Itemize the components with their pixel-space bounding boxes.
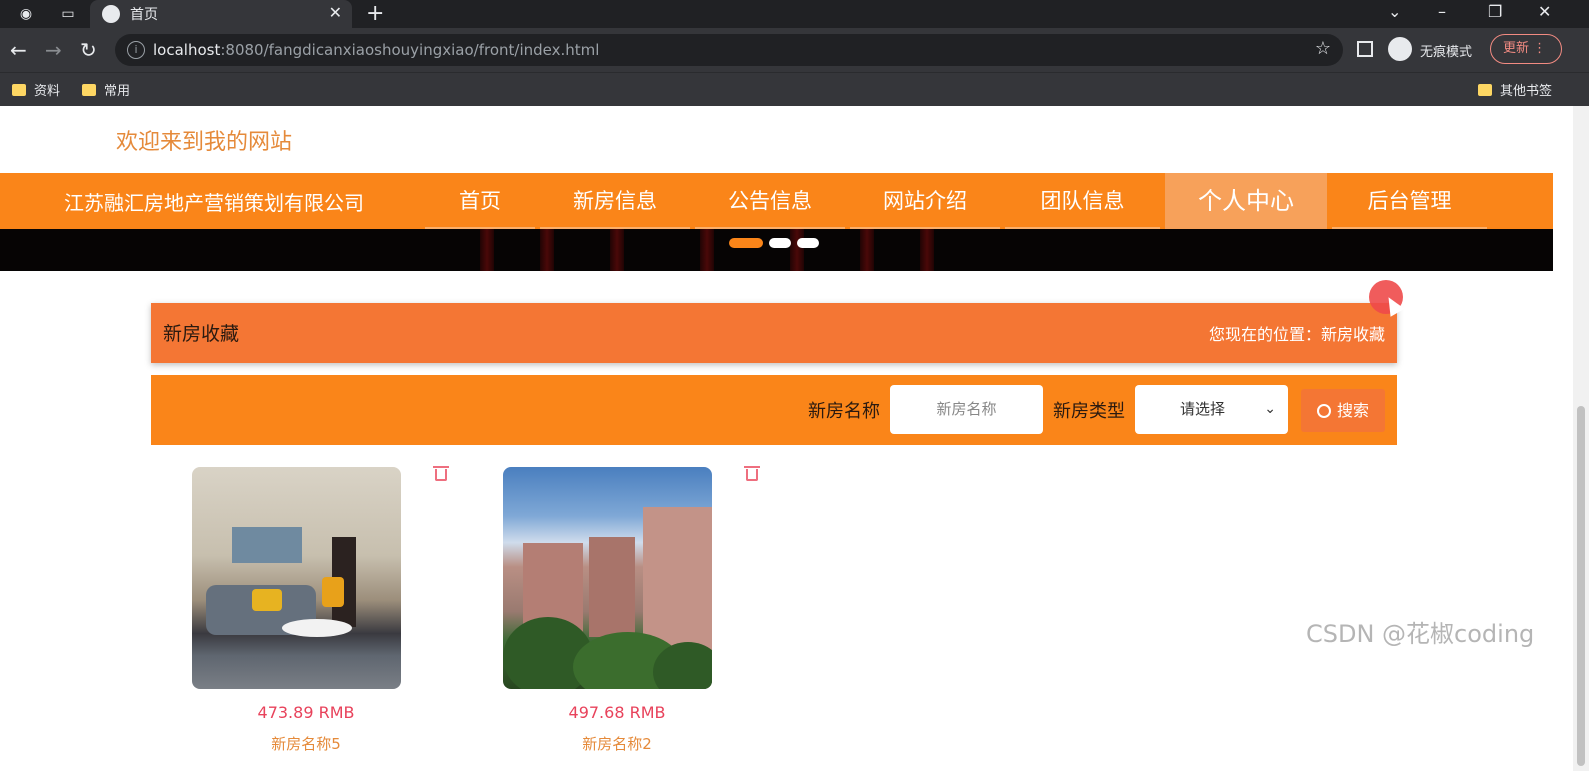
type-label: 新房类型 — [1053, 401, 1125, 422]
search-icon — [1316, 404, 1331, 418]
carousel-dot-1[interactable] — [729, 238, 763, 248]
back-button[interactable]: ← — [10, 38, 27, 62]
trash-icon[interactable] — [744, 464, 760, 482]
browser-toolbar: ← → ↻ i localhost:8080/fangdicanxiaoshou… — [0, 28, 1589, 72]
reload-button[interactable]: ↻ — [80, 38, 97, 62]
window-close-button[interactable]: ✕ — [1538, 2, 1551, 21]
name-search-input[interactable]: 新房名称 — [890, 385, 1043, 434]
star-icon[interactable]: ☆ — [1315, 38, 1331, 59]
carousel-dot-3[interactable] — [797, 238, 819, 248]
house-price: 497.68 RMB — [568, 703, 666, 722]
page-viewport: 欢迎来到我的网站 江苏融汇房地产营销策划有限公司 首页 新房信息 公告信息 网站… — [0, 106, 1589, 771]
search-bar: 新房名称 新房名称 新房类型 请选择 ⌄ 搜索 — [151, 375, 1397, 445]
folder-icon — [1478, 84, 1492, 96]
update-button[interactable]: 更新 ⋮ — [1490, 34, 1562, 64]
main-nav: 江苏融汇房地产营销策划有限公司 首页 新房信息 公告信息 网站介绍 团队信息 个… — [0, 173, 1553, 229]
house-price: 473.89 RMB — [257, 703, 355, 722]
url-text[interactable]: localhost:8080/fangdicanxiaoshouyingxiao… — [153, 41, 599, 59]
section-header: 新房收藏 您现在的位置：新房收藏 — [151, 303, 1397, 363]
trash-icon[interactable] — [433, 464, 449, 482]
house-name[interactable]: 新房名称5 — [192, 733, 420, 754]
bookmarks-bar: 资料 常用 其他书签 — [0, 72, 1589, 106]
nav-profile[interactable]: 个人中心 — [1165, 173, 1327, 229]
house-name[interactable]: 新房名称2 — [503, 733, 731, 754]
house-image[interactable] — [192, 467, 401, 689]
name-label: 新房名称 — [808, 401, 880, 422]
close-icon[interactable]: ✕ — [329, 3, 342, 22]
chevron-down-icon: ⌄ — [1264, 401, 1276, 417]
house-image[interactable] — [503, 467, 712, 689]
type-select[interactable]: 请选择 ⌄ — [1135, 385, 1288, 434]
folder-icon — [12, 84, 26, 96]
search-button[interactable]: 搜索 — [1301, 389, 1385, 432]
nav-team[interactable]: 团队信息 — [1005, 173, 1160, 229]
browser-tab-bar: ◉ ▭ 首页 ✕ + ⌄ – ❐ ✕ — [0, 0, 1589, 28]
section-title: 新房收藏 — [163, 323, 240, 345]
nav-notice[interactable]: 公告信息 — [695, 173, 845, 229]
restore-button[interactable]: ❐ — [1488, 2, 1502, 21]
forward-button[interactable]: → — [45, 38, 62, 62]
folder-icon — [82, 84, 96, 96]
site-brand: 江苏融汇房地产营销策划有限公司 — [64, 191, 364, 215]
chevron-down-icon[interactable]: ⌄ — [1388, 2, 1401, 21]
minimize-button[interactable]: – — [1438, 2, 1446, 21]
bookmark-folder-changyong[interactable]: 常用 — [82, 80, 130, 99]
tab-search-icon[interactable]: ▭ — [58, 4, 78, 24]
watermark-text: CSDN @花椒coding — [1306, 620, 1535, 648]
info-icon[interactable]: i — [127, 41, 145, 59]
breadcrumb: 您现在的位置：新房收藏 — [1208, 325, 1385, 344]
new-tab-button[interactable]: + — [366, 1, 384, 26]
globe-icon — [102, 5, 120, 23]
nav-new-house[interactable]: 新房信息 — [540, 173, 690, 229]
breadcrumb-current[interactable]: 新房收藏 — [1321, 325, 1385, 344]
incognito-icon[interactable] — [1388, 37, 1412, 61]
side-panel-icon[interactable] — [1357, 41, 1373, 57]
incognito-label: 无痕模式 — [1420, 45, 1473, 60]
address-bar[interactable]: i localhost:8080/fangdicanxiaoshouyingxi… — [115, 34, 1343, 66]
welcome-text: 欢迎来到我的网站 — [116, 130, 293, 155]
globe-icon[interactable]: ◉ — [16, 4, 36, 24]
page-scrollbar[interactable] — [1573, 106, 1589, 771]
nav-admin[interactable]: 后台管理 — [1332, 173, 1487, 229]
carousel-dot-2[interactable] — [769, 238, 791, 248]
nav-about[interactable]: 网站介绍 — [850, 173, 1000, 229]
tab-title: 首页 — [130, 7, 158, 23]
banner-carousel[interactable] — [0, 229, 1553, 271]
tab-home[interactable]: 首页 ✕ — [90, 0, 352, 28]
bookmark-folder-ziliao[interactable]: 资料 — [12, 80, 60, 99]
bookmark-folder-other[interactable]: 其他书签 — [1478, 80, 1552, 99]
nav-home[interactable]: 首页 — [425, 173, 535, 229]
